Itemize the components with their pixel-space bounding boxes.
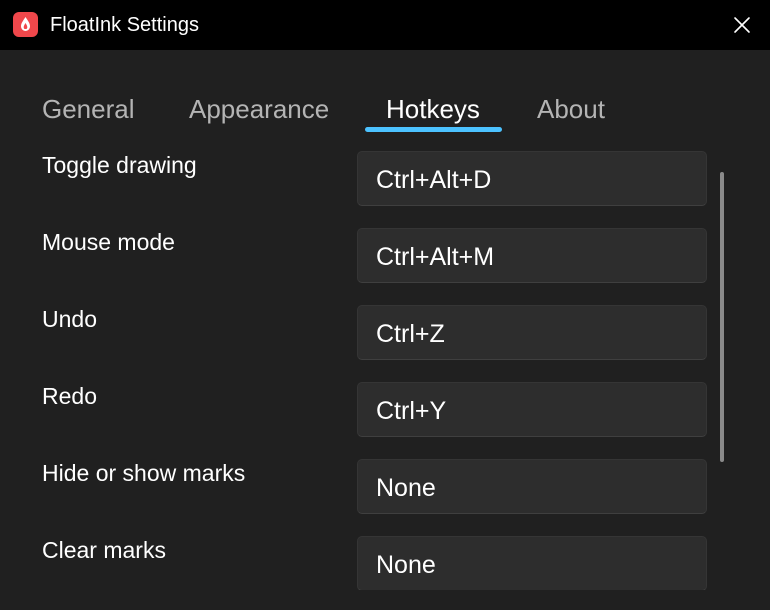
hotkey-value: Ctrl+Alt+D [376,166,492,194]
close-button[interactable] [722,5,762,45]
hotkeys-list: Toggle drawing Ctrl+Alt+D Mouse mode Ctr… [0,140,770,590]
hotkey-field-hide-show-marks[interactable]: None [357,459,707,514]
hotkey-field-toggle-drawing[interactable]: Ctrl+Alt+D [357,151,707,206]
hotkey-value: Ctrl+Alt+M [376,243,495,271]
settings-window: FloatInk Settings General Appearance Hot… [0,0,770,610]
hotkey-field-clear-marks[interactable]: None [357,536,707,590]
hotkey-label-hide-show-marks: Hide or show marks [42,460,246,486]
app-icon [13,12,38,37]
tab-about[interactable]: About [537,93,605,125]
window-title: FloatInk Settings [50,14,199,36]
close-icon [734,17,750,33]
hotkey-value: None [376,474,436,502]
title-bar: FloatInk Settings [0,0,770,50]
tab-general[interactable]: General [42,93,135,125]
tab-appearance[interactable]: Appearance [189,93,329,125]
hotkey-value: Ctrl+Y [376,397,447,425]
flame-drop-icon [21,17,30,31]
hotkey-value: None [376,551,436,579]
tab-hotkeys[interactable]: Hotkeys [386,93,480,125]
hotkey-value: Ctrl+Z [376,320,445,348]
hotkey-label-toggle-drawing: Toggle drawing [42,152,197,178]
hotkey-label-clear-marks: Clear marks [42,537,166,563]
active-tab-indicator [365,127,502,132]
hotkey-field-redo[interactable]: Ctrl+Y [357,382,707,437]
hotkey-field-mouse-mode[interactable]: Ctrl+Alt+M [357,228,707,283]
hotkey-label-redo: Redo [42,383,97,409]
hotkey-label-mouse-mode: Mouse mode [42,229,175,255]
vertical-scrollbar[interactable] [720,172,724,462]
hotkey-label-undo: Undo [42,306,97,332]
hotkey-field-undo[interactable]: Ctrl+Z [357,305,707,360]
